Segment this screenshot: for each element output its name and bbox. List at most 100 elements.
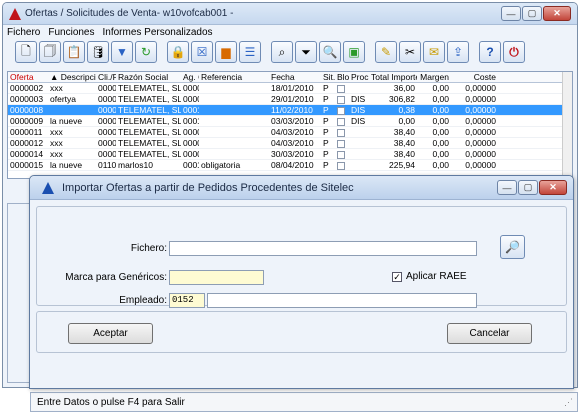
table-cell: 000001 [98,149,116,159]
table-cell: 11/02/2010 [271,105,313,115]
table-cell: 38,40 [393,127,415,137]
col-total[interactable]: Total Importe [369,72,417,82]
fichero-input[interactable] [169,241,477,256]
funnel-icon[interactable]: ⏷ [295,41,317,63]
menu-informes[interactable]: Informes Personalizados [103,27,213,38]
table-cell: 0001 [183,160,199,170]
menu-funciones[interactable]: Funciones [48,27,94,38]
raee-checkbox-box[interactable]: ✓ [392,271,402,282]
database-icon[interactable]: 🛢 [87,41,109,63]
menu-fichero[interactable]: Fichero [7,27,40,38]
cancel-button[interactable]: Cancelar [447,323,532,344]
table-cell: 0000014 [10,149,44,159]
minimize-button[interactable]: — [501,6,521,21]
table-row[interactable]: 0000014 xxx 000001TELEMATEL, SL0000 30/03/2… [8,149,572,160]
delete-icon[interactable]: ☒ [191,41,213,63]
dialog-maximize-button[interactable]: ▢ [518,180,538,195]
dialog-title: Importar Ofertas a partir de Pedidos Pro… [62,181,354,194]
resize-grip-icon[interactable]: ⋰ [564,397,573,408]
list-icon[interactable]: ☰ [239,41,261,63]
table-cell: 000001 [98,83,116,93]
bloqueo-checkbox[interactable] [335,149,349,159]
accept-button[interactable]: Aceptar [68,323,153,344]
table-cell: 0,00 [432,127,449,137]
col-referencia[interactable]: Referencia [199,72,269,82]
col-fecha[interactable]: Fecha [269,72,321,82]
col-descripcion[interactable]: ▲ Descripción [48,72,96,82]
folder-search-icon: 🔎 [505,240,520,254]
copy-doc-icon[interactable]: 🗍 [39,41,61,63]
search-doc-icon[interactable]: 🔍 [319,41,341,63]
table-cell [199,83,269,93]
binoculars-icon[interactable]: ⌕ [271,41,293,63]
table-cell: 0,00000 [465,94,496,104]
table-cell: 30/03/2010 [271,149,314,159]
table-row[interactable]: 0000012 xxx 000001TELEMATEL, SL0000 04/03/2… [8,138,572,149]
status-text: Entre Datos o pulse F4 para Salir [37,396,185,408]
empleado-code-input[interactable]: 0152 [169,293,205,308]
exit-icon[interactable]: ⏻ [503,41,525,63]
col-situacion[interactable]: Sit. [321,72,335,82]
offers-grid[interactable]: Oferta ▲ Descripción Cli./Pot Razón Soci… [7,71,573,179]
table-row[interactable]: 0000003 ofertya 000001TELEMATEL, SL0000 29/… [8,94,572,105]
col-margen[interactable]: Margen [417,72,451,82]
bloqueo-checkbox[interactable] [335,105,349,115]
table-cell: 0000008 [10,105,44,115]
fichero-label: Fichero: [130,243,167,254]
table-cell: xxx [50,138,63,148]
toolbar: 🗋 🗍 📋 🛢 ▼ ↻ 🔒 ☒ ▆ ☰ ⌕ ⏷ 🔍 ▣ ✎ ✂ ✉ ⇪ ? ⏻ [3,39,577,65]
col-procedencia[interactable]: Proc. [349,72,369,82]
bloqueo-checkbox[interactable] [335,83,349,93]
col-agente[interactable]: Ag. C. [181,72,199,82]
image-icon[interactable]: ▣ [343,41,365,63]
maximize-button[interactable]: ▢ [522,6,542,21]
table-cell [199,116,269,126]
marca-input[interactable] [169,270,264,285]
table-cell: marlos10 [118,160,153,170]
col-cliente[interactable]: Cli./Pot [96,72,116,82]
table-cell: 03/03/2010 [271,116,314,126]
dialog-close-button[interactable]: ✕ [539,180,567,195]
col-oferta[interactable]: Oferta [8,72,48,82]
bloqueo-checkbox[interactable] [335,160,349,170]
table-cell [48,105,96,115]
table-row[interactable]: 0000002 xxx 000001TELEMATEL, SL0000 18/01/2… [8,83,572,94]
browse-file-button[interactable]: 🔎 [500,235,525,259]
refresh-icon[interactable]: ↻ [135,41,157,63]
close-button[interactable]: ✕ [543,6,571,21]
col-bloqueo[interactable]: Blo. [335,72,349,82]
dialog-minimize-button[interactable]: — [497,180,517,195]
bloqueo-checkbox[interactable] [335,127,349,137]
bloqueo-checkbox[interactable] [335,116,349,126]
col-coste[interactable]: Coste [451,72,496,82]
table-row[interactable]: 0000009 la nueve 000001TELEMATEL, SL0001 03… [8,116,572,127]
table-cell: 011020 [98,160,116,170]
col-razon-social[interactable]: Razón Social [116,72,181,82]
edit-icon[interactable]: ✎ [375,41,397,63]
export-icon[interactable]: ⇪ [447,41,469,63]
raee-checkbox[interactable]: ✓ Aplicar RAEE [392,271,467,282]
filter-icon[interactable]: ▼ [111,41,133,63]
table-cell: 0,00 [432,149,449,159]
grid-scrollbar[interactable] [562,72,572,178]
chart-icon[interactable]: ▆ [215,41,237,63]
bloqueo-checkbox[interactable] [335,138,349,148]
lock-icon[interactable]: 🔒 [167,41,189,63]
table-cell: TELEMATEL, SL [118,138,181,148]
bloqueo-checkbox[interactable] [335,94,349,104]
table-row[interactable]: 0000015 la nueve 011020marlos10 0001obligat… [8,160,572,171]
new-doc-icon[interactable]: 🗋 [15,41,37,63]
table-row[interactable]: 0000011 xxx 000001TELEMATEL, SL0000 04/03/2… [8,127,572,138]
table-row[interactable]: 0000008 000001TELEMATEL, SL0001 11/02/2010… [8,105,572,116]
notes-icon[interactable]: ✉ [423,41,445,63]
dialog-titlebar[interactable]: Importar Ofertas a partir de Pedidos Pro… [30,176,573,200]
table-cell: 18/01/2010 [271,83,314,93]
paste-doc-icon[interactable]: 📋 [63,41,85,63]
table-cell: P [323,83,329,93]
empleado-label: Empleado: [119,295,167,306]
main-titlebar[interactable]: Ofertas / Solicitudes de Venta- w10vofca… [3,3,577,25]
tools-icon[interactable]: ✂ [399,41,421,63]
table-cell: 0001 [183,116,199,126]
table-cell: 0000009 [10,116,44,126]
help-icon[interactable]: ? [479,41,501,63]
